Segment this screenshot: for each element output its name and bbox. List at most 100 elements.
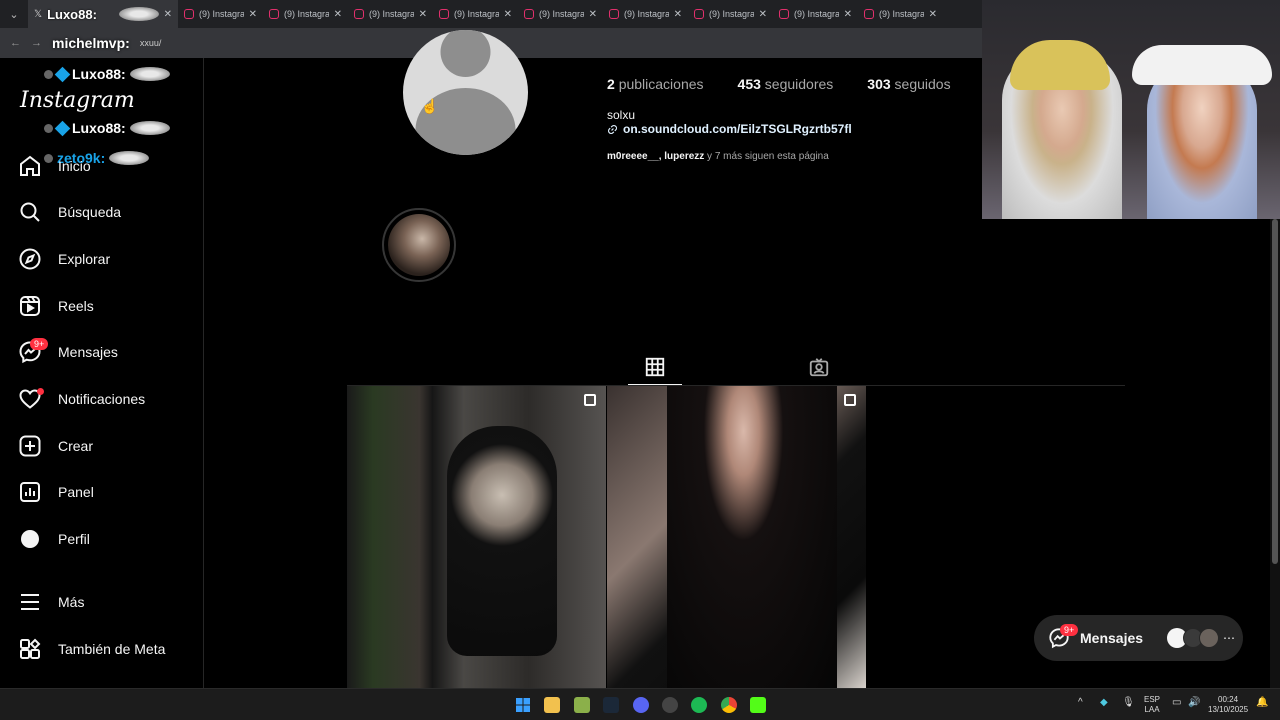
sidebar-item-inicio[interactable]: Inicio (18, 153, 91, 179)
followed-by-text[interactable]: m0reeee__, luperezz y 7 más siguen esta … (607, 151, 829, 162)
tab-list-chevron-icon[interactable]: ⌄ (0, 0, 28, 28)
discord-icon[interactable] (633, 697, 649, 713)
default-avatar-icon (415, 30, 516, 155)
story-highlight-image (388, 214, 450, 276)
sidebar-item-busqueda[interactable]: Búsqueda (18, 199, 121, 225)
lang-bottom: LAA (1144, 705, 1160, 714)
chat-overlay-name: michelmvp: (52, 35, 130, 51)
windows-start-icon[interactable] (515, 697, 531, 713)
post-subject (447, 426, 557, 656)
back-icon[interactable]: ← (10, 37, 21, 49)
profile-avatar[interactable] (403, 30, 528, 155)
sidebar-item-explorar[interactable]: Explorar (18, 246, 110, 272)
sidebar-item-label: Panel (58, 484, 94, 500)
browser-tab[interactable]: (9) Instagram ✕ (688, 0, 773, 28)
posts-grid-tab-icon[interactable] (644, 356, 666, 378)
sidebar-item-panel[interactable]: Panel (18, 479, 94, 505)
close-tab-icon[interactable]: ✕ (504, 9, 512, 20)
browser-tab[interactable]: (9) Instagram ✕ (433, 0, 518, 28)
browser-tab[interactable]: (9) Instagram ✕ (773, 0, 858, 28)
sidebar-item-mas[interactable]: Más (18, 589, 84, 615)
steam-icon[interactable] (603, 697, 619, 713)
sidebar-item-reels[interactable]: Reels (18, 293, 94, 319)
messages-unread-badge: 9+ (30, 338, 49, 350)
tray-chevron-up-icon[interactable]: ^ (1078, 698, 1083, 708)
profile-link[interactable]: on.soundcloud.com/EilzTSGLRgzrtb57fl (607, 122, 852, 136)
messages-pill-badge: 9+ (1060, 624, 1079, 636)
chat-overlay-name: Luxo88: (72, 66, 126, 82)
scrollbar-thumb[interactable] (1272, 219, 1278, 564)
close-tab-icon[interactable]: ✕ (589, 9, 597, 20)
emote-blob (129, 121, 170, 135)
browser-tab-title: (9) Instagram (539, 9, 584, 19)
tray-app-icon[interactable]: ◆ (1100, 698, 1108, 708)
tagged-tab-icon[interactable] (808, 356, 830, 378)
browser-tab-active[interactable]: 𝕏 Luxo88: ✕ (28, 0, 178, 28)
followed-by-rest: y 7 más siguen esta página (704, 151, 829, 162)
browser-tab[interactable]: (9) Instagram ✕ (178, 0, 263, 28)
kick-icon[interactable] (750, 697, 766, 713)
page-scrollbar[interactable] (1270, 219, 1280, 688)
post-thumbnail[interactable] (607, 386, 866, 688)
browser-tab[interactable]: (9) Instagram ✕ (603, 0, 688, 28)
browser-tab-title: (9) Instagram (199, 9, 244, 19)
story-highlight[interactable] (382, 208, 456, 282)
language-indicator[interactable]: ESP LAA (1144, 695, 1160, 715)
browser-tab[interactable]: (9) Instagram ✕ (348, 0, 433, 28)
network-icon[interactable]: ▭ (1172, 698, 1181, 708)
sidebar-item-label: Notificaciones (58, 391, 146, 407)
messages-pill[interactable]: 9+ Mensajes ⋯ (1034, 615, 1243, 661)
contact-avatar (1199, 628, 1220, 648)
sidebar-item-tambien-de-meta[interactable]: También de Meta (18, 636, 165, 662)
cowboy-hat (1132, 45, 1272, 85)
followers-stat[interactable]: 453 seguidores (738, 76, 834, 92)
followers-label: seguidores (764, 76, 834, 92)
browser-tab-title: (9) Instagram (794, 9, 839, 19)
sidebar-item-label: Perfil (58, 531, 90, 547)
app-icon[interactable] (574, 697, 590, 713)
emote-blob (129, 67, 170, 81)
instagram-logo[interactable]: Instagram (20, 88, 135, 113)
chat-overlay-name: Luxo88: (47, 6, 97, 22)
obs-icon[interactable] (662, 697, 678, 713)
close-tab-icon[interactable]: ✕ (929, 9, 937, 20)
forward-icon[interactable]: → (31, 37, 42, 49)
instagram-favicon-icon (524, 9, 534, 19)
spotify-icon[interactable] (691, 697, 707, 713)
close-tab-icon[interactable]: ✕ (249, 9, 257, 20)
close-tab-icon[interactable]: ✕ (334, 9, 342, 20)
gem-icon (54, 120, 71, 136)
microphone-icon[interactable]: 🎙 (1122, 698, 1135, 708)
profile-link-text: on.soundcloud.com/EilzTSGLRgzrtb57fl (623, 122, 852, 136)
close-tab-icon[interactable]: ✕ (164, 9, 172, 20)
chrome-icon[interactable] (721, 697, 737, 713)
close-tab-icon[interactable]: ✕ (419, 9, 427, 20)
browser-tab[interactable]: (9) Instagram ✕ (518, 0, 603, 28)
close-tab-icon[interactable]: ✕ (844, 9, 852, 20)
browser-tab[interactable]: (9) Instagram ✕ (858, 0, 943, 28)
post-subject (667, 386, 837, 688)
volume-icon[interactable]: 🔊 (1188, 698, 1200, 708)
sidebar-item-perfil[interactable]: Perfil (18, 526, 90, 552)
instagram-favicon-icon (184, 9, 194, 19)
file-explorer-icon[interactable] (544, 697, 560, 713)
sidebar-item-label: Crear (58, 438, 94, 454)
post-thumbnail[interactable] (347, 386, 606, 688)
clock[interactable]: 00:24 13/10/2025 (1208, 695, 1248, 715)
close-tab-icon[interactable]: ✕ (674, 9, 682, 20)
following-stat[interactable]: 303 seguidos (867, 76, 950, 92)
instagram-favicon-icon (609, 9, 619, 19)
posts-stat: 2 publicaciones (607, 76, 704, 92)
instagram-favicon-icon (864, 9, 874, 19)
instagram-favicon-icon (354, 9, 364, 19)
user-dot-icon (44, 123, 53, 133)
browser-tab[interactable]: (9) Instagram ✕ (263, 0, 348, 28)
sidebar-item-crear[interactable]: Crear (18, 433, 93, 459)
url-text[interactable]: xxuu/ (140, 38, 162, 48)
tabs-container: (9) Instagram ✕ (9) Instagram ✕ (9) Instagra… (178, 0, 943, 28)
close-tab-icon[interactable]: ✕ (759, 9, 767, 20)
search-icon (20, 202, 40, 222)
notification-center-icon[interactable]: 🔔 (1256, 698, 1268, 708)
instagram-favicon-icon (694, 9, 704, 19)
gem-icon (54, 66, 71, 82)
